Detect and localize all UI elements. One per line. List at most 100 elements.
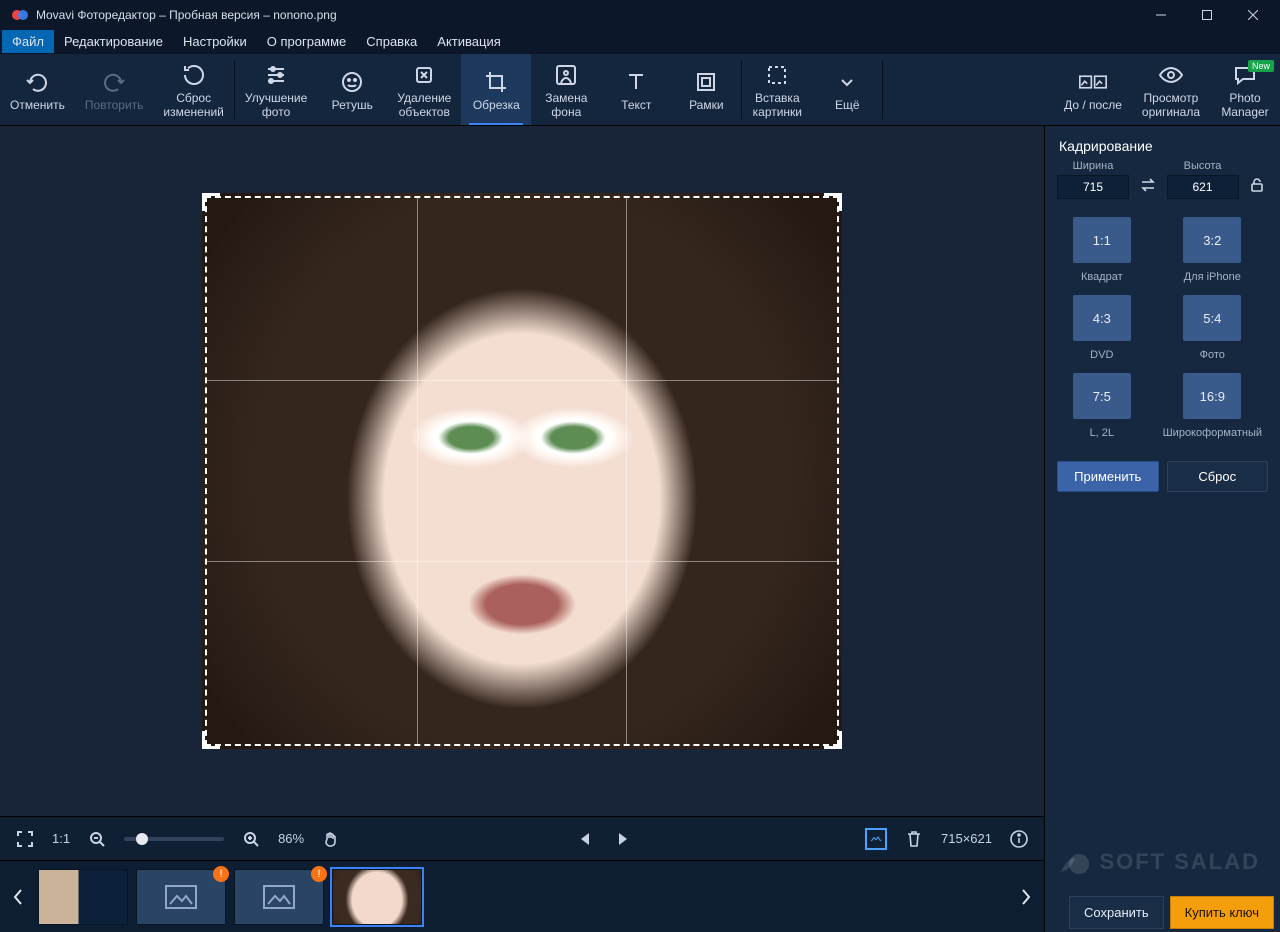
eraser-icon (410, 61, 438, 89)
view-original-button[interactable]: Просмотр оригинала (1132, 54, 1210, 125)
statusbar: 1:1 86% 715×621 (0, 816, 1044, 860)
zoom-in-icon[interactable] (240, 828, 262, 850)
original-label: Просмотр оригинала (1142, 91, 1200, 119)
ratio-preset-16-9[interactable]: 16:9 Широкоформатный (1163, 373, 1262, 439)
redo-label: Повторить (85, 98, 144, 112)
thumbnail-3[interactable]: ! (234, 869, 324, 925)
insert-image-button[interactable]: Вставка картинки (742, 54, 812, 125)
fullscreen-icon[interactable] (14, 828, 36, 850)
save-button[interactable]: Сохранить (1069, 896, 1164, 929)
ratio-label: Для iPhone (1184, 271, 1241, 283)
crop-handle-br[interactable] (824, 731, 842, 749)
maximize-button[interactable] (1184, 0, 1230, 30)
ratio-preset-7-5[interactable]: 7:5L, 2L (1063, 373, 1141, 439)
ratio-box: 16:9 (1183, 373, 1241, 419)
ratio-preset-1-1[interactable]: 1:1Квадрат (1063, 217, 1141, 283)
menu-help[interactable]: Справка (356, 30, 427, 53)
more-button[interactable]: Ещё (812, 54, 882, 125)
redo-button[interactable]: Повторить (75, 54, 154, 125)
reset-crop-button[interactable]: Сброс (1167, 461, 1269, 492)
more-label: Ещё (835, 98, 860, 112)
crop-grid (207, 198, 837, 744)
filmstrip-next[interactable] (1014, 865, 1038, 929)
prev-icon[interactable] (574, 828, 596, 850)
menu-about[interactable]: О программе (257, 30, 357, 53)
crop-rect[interactable] (205, 196, 839, 746)
image-preview[interactable] (202, 193, 842, 749)
menu-activate[interactable]: Активация (427, 30, 510, 53)
background-button[interactable]: Замена фона (531, 54, 601, 125)
photo-manager-button[interactable]: New Photo Manager (1210, 54, 1280, 125)
menu-file[interactable]: Файл (2, 30, 54, 53)
width-label: Ширина (1073, 160, 1114, 172)
crop-handle-tr[interactable] (824, 193, 842, 211)
height-label: Высота (1184, 160, 1222, 172)
thumbnail-1[interactable] (38, 869, 128, 925)
apply-button[interactable]: Применить (1057, 461, 1159, 492)
undo-button[interactable]: Отменить (0, 54, 75, 125)
thumbnail-2[interactable]: ! (136, 869, 226, 925)
app-logo-icon (10, 5, 30, 25)
close-button[interactable] (1230, 0, 1276, 30)
ratio-box: 4:3 (1073, 295, 1131, 341)
frames-button[interactable]: Рамки (671, 54, 741, 125)
crop-overlay[interactable] (202, 193, 842, 749)
filmstrip-prev[interactable] (6, 865, 30, 929)
retouch-button[interactable]: Ретушь (317, 54, 387, 125)
reset-changes-button[interactable]: Сброс изменений (153, 54, 233, 125)
crop-panel: Кадрирование Ширина Высота 1:1Квадрат3:2… (1044, 126, 1280, 932)
ratio-preset-4-3[interactable]: 4:3 DVD (1063, 295, 1141, 361)
fit-label[interactable]: 1:1 (52, 831, 70, 846)
trash-icon[interactable] (903, 828, 925, 850)
ratio-label: DVD (1090, 349, 1113, 361)
insert-label: Вставка картинки (753, 91, 802, 119)
frames-label: Рамки (689, 98, 723, 112)
crop-handle-tl[interactable] (202, 193, 220, 211)
toolbar-divider (882, 60, 883, 119)
buy-key-button[interactable]: Купить ключ (1170, 896, 1274, 929)
crop-button[interactable]: Обрезка (461, 54, 531, 125)
next-icon[interactable] (612, 828, 634, 850)
text-icon (622, 68, 650, 96)
footer-actions: Сохранить Купить ключ (1063, 892, 1280, 932)
height-input[interactable] (1167, 175, 1239, 199)
window-title: Movavi Фоторедактор – Пробная версия – n… (36, 8, 1138, 22)
bg-label: Замена фона (545, 91, 587, 119)
ratio-box: 7:5 (1073, 373, 1131, 419)
before-after-button[interactable]: До / после (1054, 54, 1132, 125)
zoom-out-icon[interactable] (86, 828, 108, 850)
text-button[interactable]: Текст (601, 54, 671, 125)
filmstrip: ! ! (0, 860, 1044, 932)
ratio-label: Фото (1200, 349, 1225, 361)
sliders-icon (262, 61, 290, 89)
ratio-label: Широкоформатный (1163, 427, 1262, 439)
reset-label: Сброс изменений (163, 91, 223, 119)
warning-badge-icon: ! (311, 866, 327, 882)
fit-screen-icon[interactable] (865, 828, 887, 850)
redo-icon (100, 68, 128, 96)
zoom-slider[interactable] (124, 837, 224, 841)
lock-icon[interactable] (1247, 174, 1269, 196)
minimize-button[interactable] (1138, 0, 1184, 30)
swap-icon[interactable] (1137, 174, 1159, 196)
insert-icon (763, 61, 791, 89)
eye-icon (1157, 61, 1185, 89)
info-icon[interactable] (1008, 828, 1030, 850)
enhance-button[interactable]: Улучшение фото (235, 54, 317, 125)
chevron-down-icon (833, 68, 861, 96)
hand-icon[interactable] (320, 828, 342, 850)
ratio-preset-5-4[interactable]: 5:4 Фото (1163, 295, 1262, 361)
menu-edit[interactable]: Редактирование (54, 30, 173, 53)
ratio-box: 5:4 (1183, 295, 1241, 341)
ratio-preset-3-2[interactable]: 3:2Для iPhone (1163, 217, 1262, 283)
menu-settings[interactable]: Настройки (173, 30, 257, 53)
canvas-viewport[interactable] (0, 126, 1044, 816)
removal-label: Удаление объектов (397, 91, 451, 119)
beforeafter-label: До / после (1064, 98, 1122, 112)
object-removal-button[interactable]: Удаление объектов (387, 54, 461, 125)
menubar: Файл Редактирование Настройки О программ… (0, 30, 1280, 54)
thumbnail-4[interactable] (332, 869, 422, 925)
crop-handle-bl[interactable] (202, 731, 220, 749)
width-input[interactable] (1057, 175, 1129, 199)
ratio-box: 1:1 (1073, 217, 1131, 263)
